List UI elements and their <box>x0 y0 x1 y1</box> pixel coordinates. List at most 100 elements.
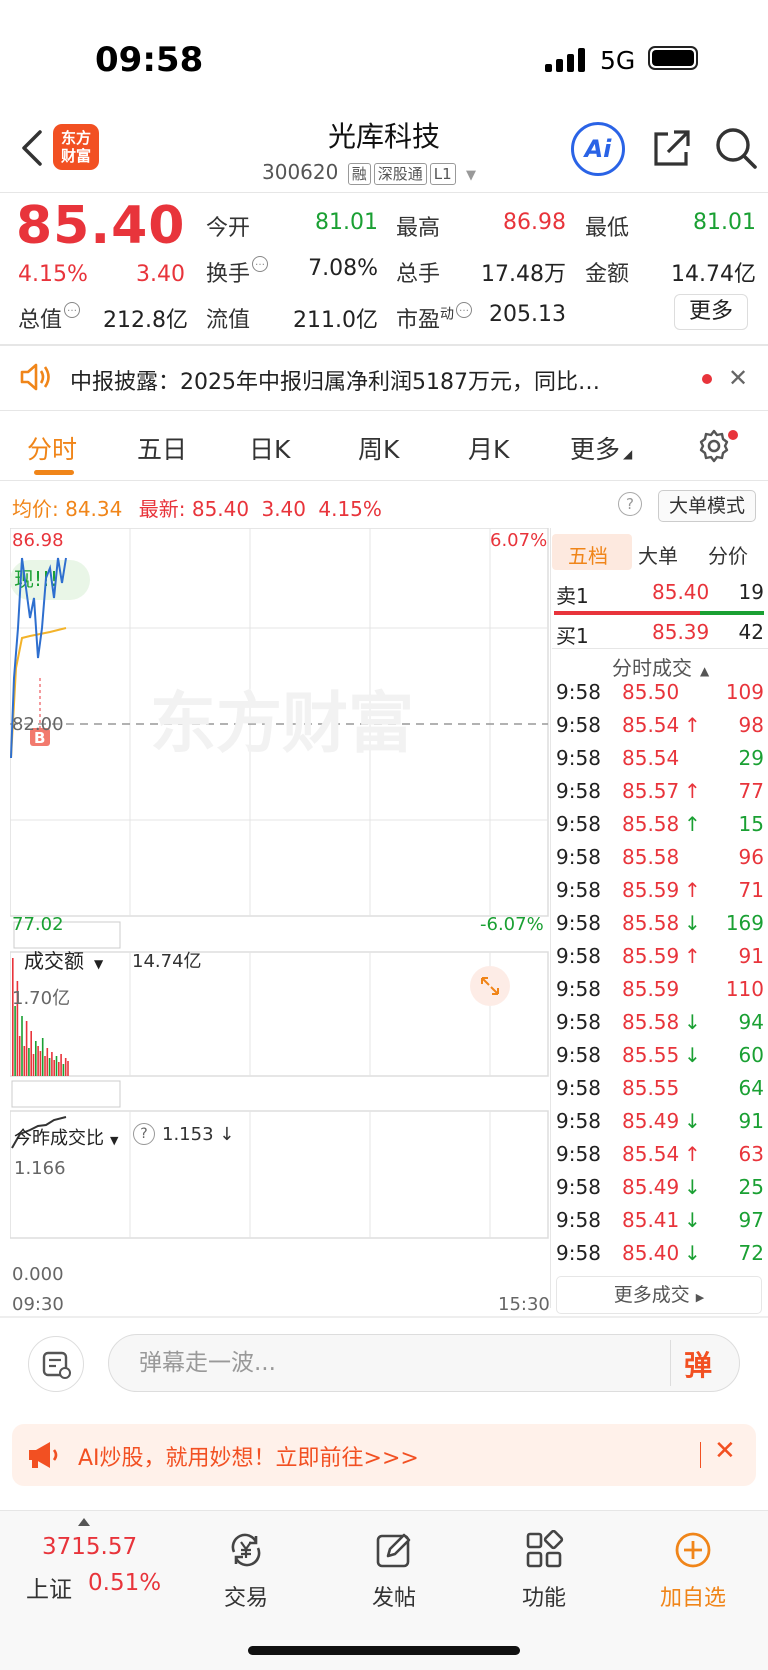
trade-time: 9:58 <box>556 680 601 704</box>
more-quote-button[interactable]: 更多 <box>674 294 748 330</box>
turnover-label-text: 换手 <box>206 262 251 287</box>
ratio-selector[interactable] <box>11 1080 121 1108</box>
panel-tab-price-dist[interactable]: 分价 <box>708 540 748 569</box>
tab-five-day[interactable]: 五日 <box>137 430 187 466</box>
index-pct[interactable]: 0.51% <box>88 1570 161 1596</box>
trade-qty: 60 <box>738 1043 764 1067</box>
expand-button[interactable] <box>470 966 510 1006</box>
volume-label: 总手 <box>396 262 441 287</box>
trade-time: 9:58 <box>556 1076 601 1100</box>
banner-text[interactable]: AI炒股，就用妙想！立即前往>>> <box>78 1440 419 1472</box>
home-indicator[interactable] <box>248 1646 520 1655</box>
expand-up-icon[interactable] <box>78 1518 90 1526</box>
nav-post-label: 发帖 <box>371 1586 416 1611</box>
trade-time: 9:58 <box>556 779 601 803</box>
status-time: 09:58 <box>95 40 204 80</box>
tab-more[interactable]: 更多 ◢ <box>570 430 632 466</box>
index-value[interactable]: 3715.57 <box>42 1534 137 1560</box>
trade-direction-icon: ↓ <box>684 911 701 935</box>
trade-time: 9:58 <box>556 713 601 737</box>
tab-intraday[interactable]: 分时 <box>27 430 77 466</box>
trade-time: 9:58 <box>556 1208 601 1232</box>
trade-direction-icon: ↓ <box>684 1043 701 1067</box>
stock-name: 光库科技 <box>327 120 440 153</box>
trade-qty: 15 <box>738 812 764 836</box>
nav-functions[interactable]: 功能 <box>484 1529 604 1612</box>
last-price: 85.40 <box>16 196 186 256</box>
trade-qty: 29 <box>738 746 764 770</box>
time-axis-end: 15:30 <box>498 1294 550 1315</box>
danmu-send-button[interactable]: 弹 <box>684 1344 712 1384</box>
help-icon[interactable]: ? <box>133 1123 155 1145</box>
trade-price: 85.59 <box>622 878 680 902</box>
trade-time: 9:58 <box>556 977 601 1001</box>
volume-bar <box>14 1006 16 1076</box>
index-name[interactable]: 上证 <box>26 1570 72 1604</box>
stock-subtitle[interactable]: 300620 融深股通 L1 ▼ <box>262 160 476 185</box>
trades-title[interactable]: 分时成交 ▲ <box>612 652 709 681</box>
nav-trade[interactable]: 交易 <box>186 1530 306 1612</box>
help-icon[interactable]: ? <box>618 492 642 516</box>
more-trades-button[interactable]: 更多成交 ▶ <box>556 1276 762 1314</box>
trades-title-text: 分时成交 <box>612 656 692 680</box>
panel-tab-big-orders[interactable]: 大单 <box>638 540 678 569</box>
info-icon[interactable]: … <box>456 302 473 318</box>
trade-row: 9:58 85.41 ↓ 97 <box>554 1208 764 1240</box>
sell1-row[interactable]: 卖1 85.40 19 <box>554 580 764 612</box>
close-icon[interactable]: ✕ <box>728 364 748 392</box>
nav-post[interactable]: 发帖 <box>334 1530 454 1612</box>
intraday-chart[interactable]: 东方财富 现!!! B <box>10 528 550 1290</box>
danmu-input[interactable]: 弹幕走一波... <box>108 1334 740 1392</box>
close-icon[interactable]: ✕ <box>714 1436 736 1466</box>
nav-trade-label: 交易 <box>223 1586 268 1611</box>
volume-bar <box>25 1021 28 1076</box>
danmu-settings-button[interactable] <box>28 1336 84 1392</box>
chg-value: 3.40 <box>261 497 306 521</box>
panel-tab-level5[interactable]: 五档 <box>568 540 608 569</box>
ratio-selector-label[interactable]: 今昨成交比 ▼ <box>14 1124 118 1150</box>
volume-bar <box>12 958 14 1076</box>
volume-bar <box>44 1056 46 1076</box>
avg-label: 均价: <box>12 497 59 521</box>
trade-price: 85.49 <box>622 1175 680 1199</box>
volume-bar <box>35 1041 37 1076</box>
pct-axis-bottom: -6.07% <box>480 914 544 935</box>
tab-daily[interactable]: 日K <box>249 430 290 466</box>
active-tab-indicator <box>34 470 74 475</box>
trade-row: 9:58 85.58 96 <box>554 845 764 877</box>
volume-selector-label[interactable]: 成交额 ▼ <box>24 945 103 974</box>
unread-dot <box>702 374 712 384</box>
trade-time: 9:58 <box>556 1142 601 1166</box>
volume-bar <box>21 1016 23 1076</box>
trade-direction-icon: ↓ <box>684 1208 701 1232</box>
trade-price: 85.54 <box>622 746 680 770</box>
ratio-value: 1.153 ↓ <box>162 1124 235 1145</box>
info-icon[interactable]: … <box>64 302 81 318</box>
low-label: 最低 <box>585 216 630 241</box>
dropdown-icon: ▼ <box>110 1134 119 1147</box>
trade-qty: 98 <box>738 713 764 737</box>
back-icon[interactable] <box>18 128 48 168</box>
buy1-price: 85.39 <box>652 620 710 644</box>
caret-down-icon: ▼ <box>466 168 477 183</box>
trade-price: 85.55 <box>622 1076 680 1100</box>
trade-price: 85.59 <box>622 944 680 968</box>
nav-add-watchlist[interactable]: 加自选 <box>633 1530 753 1612</box>
tab-weekly[interactable]: 周K <box>358 430 399 466</box>
search-icon[interactable] <box>714 126 758 170</box>
battery-icon <box>648 46 698 70</box>
trade-direction-icon: ↑ <box>684 878 701 902</box>
tab-monthly[interactable]: 月K <box>468 430 509 466</box>
ai-button[interactable]: Ai <box>571 122 625 176</box>
info-icon[interactable]: … <box>252 256 269 272</box>
buy1-label: 买1 <box>556 624 589 648</box>
trade-price: 85.58 <box>622 812 680 836</box>
volume-bar <box>32 1054 35 1076</box>
high-label: 最高 <box>396 216 441 241</box>
gear-icon[interactable] <box>696 428 732 464</box>
big-order-mode-button[interactable]: 大单模式 <box>658 490 756 522</box>
sell-strength-bar <box>554 611 700 615</box>
notice-text[interactable]: 中报披露：2025年中报归属净利润5187万元，同比… <box>70 364 670 396</box>
trade-row: 9:58 85.55 64 <box>554 1076 764 1108</box>
share-icon[interactable] <box>650 128 692 170</box>
